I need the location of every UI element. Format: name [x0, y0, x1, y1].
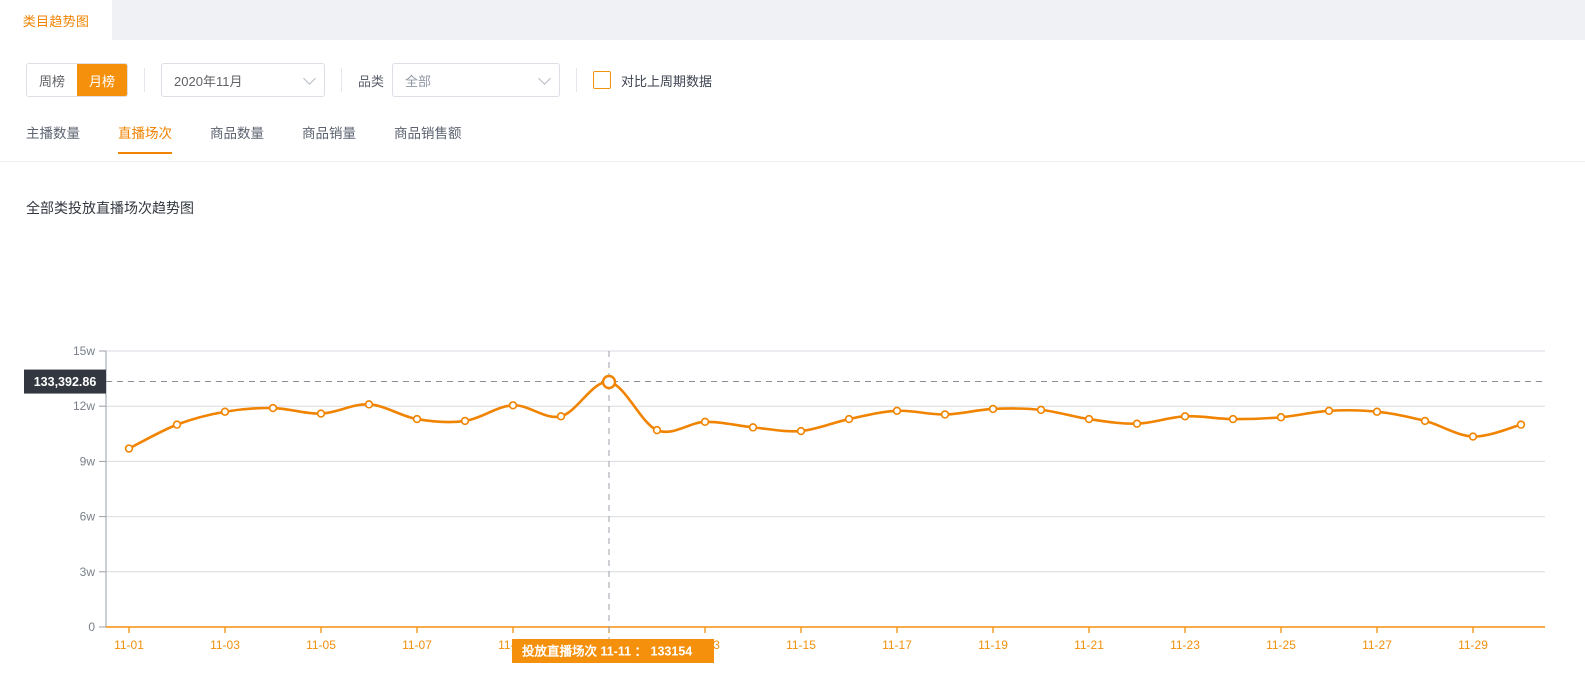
- data-point[interactable]: [700, 417, 710, 427]
- axis-tooltip-text: 投放直播场次 11-11 ： 133154: [522, 644, 692, 659]
- data-point[interactable]: [268, 403, 278, 413]
- x-axis-tick: 11-21: [1074, 638, 1104, 652]
- data-point[interactable]: [1228, 414, 1238, 424]
- y-axis-tick: 12w: [73, 399, 95, 413]
- data-point[interactable]: [748, 423, 758, 432]
- y-axis-tick: 15w: [73, 344, 95, 358]
- data-point[interactable]: [1084, 414, 1094, 424]
- trend-chart: 03w6w9w12w15w11-0111-0311-0511-0711-0911…: [0, 270, 1585, 670]
- data-point[interactable]: [364, 400, 374, 409]
- category-select-value: 全部: [405, 73, 432, 89]
- metric-tab-anchors[interactable]: 主播数量: [26, 122, 80, 154]
- data-point[interactable]: [940, 410, 950, 419]
- category-label: 品类: [358, 73, 385, 89]
- date-select-value: 2020年11月: [174, 73, 243, 89]
- data-point[interactable]: [124, 444, 134, 453]
- data-point[interactable]: [892, 406, 902, 416]
- data-point[interactable]: [1468, 432, 1478, 441]
- data-point[interactable]: [1420, 416, 1430, 426]
- data-point[interactable]: [316, 409, 326, 418]
- data-point[interactable]: [1276, 413, 1286, 422]
- x-axis-tick: 11-27: [1362, 638, 1392, 652]
- data-point[interactable]: [652, 425, 662, 435]
- content-card: 周榜 月榜 2020年11月 品类 全部 对比上周期数据 主播数量 直播场次 商…: [0, 40, 1585, 679]
- metric-tab-sessions[interactable]: 直播场次: [118, 122, 172, 154]
- data-point[interactable]: [1180, 412, 1190, 421]
- data-point[interactable]: [508, 401, 518, 410]
- series-line: [127, 380, 1523, 450]
- data-point[interactable]: [844, 414, 854, 424]
- compare-checkbox-wrap[interactable]: 对比上周期数据: [593, 71, 712, 90]
- top-tab-strip: 类目趋势图: [0, 0, 1585, 40]
- app-page: 类目趋势图 周榜 月榜 2020年11月 品类 全部 对比上周期数据 主播数量 …: [0, 0, 1585, 679]
- data-point[interactable]: [1372, 407, 1382, 416]
- trend-chart-svg: 03w6w9w12w15w11-0111-0311-0511-0711-0911…: [24, 344, 1545, 663]
- data-point[interactable]: [220, 407, 230, 416]
- compare-checkbox-label: 对比上周期数据: [621, 73, 713, 89]
- metric-tab-product-revenue[interactable]: 商品销售额: [394, 122, 462, 154]
- chart-title: 全部类投放直播场次趋势图: [26, 200, 194, 216]
- data-point[interactable]: [988, 404, 998, 414]
- y-axis-tick: 0: [88, 620, 95, 634]
- tab-category-trend[interactable]: 类目趋势图: [0, 0, 112, 40]
- data-point[interactable]: [172, 420, 182, 429]
- data-point[interactable]: [460, 416, 470, 426]
- x-axis-tick: 11-23: [1170, 638, 1200, 652]
- data-point[interactable]: [412, 414, 422, 424]
- filter-bar: 周榜 月榜 2020年11月 品类 全部 对比上周期数据: [0, 60, 1585, 100]
- data-point[interactable]: [601, 374, 617, 390]
- data-point[interactable]: [796, 426, 806, 436]
- metric-tabs-underline: [0, 161, 1585, 162]
- chevron-down-icon: [303, 72, 316, 85]
- value-badge-text: 133,392.86: [34, 375, 97, 389]
- y-axis-tick: 6w: [80, 510, 96, 524]
- range-toggle-week[interactable]: 周榜: [27, 64, 78, 96]
- metric-tab-product-sales[interactable]: 商品销量: [302, 122, 356, 154]
- x-axis-tick: 11-17: [882, 638, 912, 652]
- data-point[interactable]: [1516, 420, 1526, 429]
- metric-tab-product-count[interactable]: 商品数量: [210, 122, 264, 154]
- data-point[interactable]: [556, 412, 566, 421]
- x-axis-tick: 11-07: [402, 638, 432, 652]
- data-point[interactable]: [1132, 419, 1142, 428]
- metric-tab-bar: 主播数量 直播场次 商品数量 商品销量 商品销售额: [26, 122, 500, 162]
- x-axis-tick: 11-05: [306, 638, 336, 652]
- chevron-down-icon: [538, 72, 551, 85]
- x-axis-tick: 11-15: [786, 638, 816, 652]
- category-select[interactable]: 全部: [392, 63, 561, 97]
- y-axis-tick: 9w: [80, 454, 96, 468]
- x-axis-tick: 11-19: [978, 638, 1008, 652]
- x-axis-tick: 11-01: [114, 638, 144, 652]
- x-axis-tick: 11-25: [1266, 638, 1296, 652]
- range-toggle-group: 周榜 月榜: [26, 63, 129, 97]
- data-point[interactable]: [1036, 405, 1046, 415]
- divider-1: [144, 68, 146, 92]
- range-toggle-month[interactable]: 月榜: [77, 64, 128, 96]
- x-axis-tick: 11-29: [1458, 638, 1488, 652]
- x-axis-tick: 11-03: [210, 638, 240, 652]
- date-select[interactable]: 2020年11月: [161, 63, 326, 97]
- divider-2: [341, 68, 343, 92]
- compare-checkbox[interactable]: [593, 71, 612, 89]
- data-point[interactable]: [1324, 406, 1334, 416]
- divider-3: [576, 68, 578, 92]
- y-axis-tick: 3w: [80, 565, 96, 579]
